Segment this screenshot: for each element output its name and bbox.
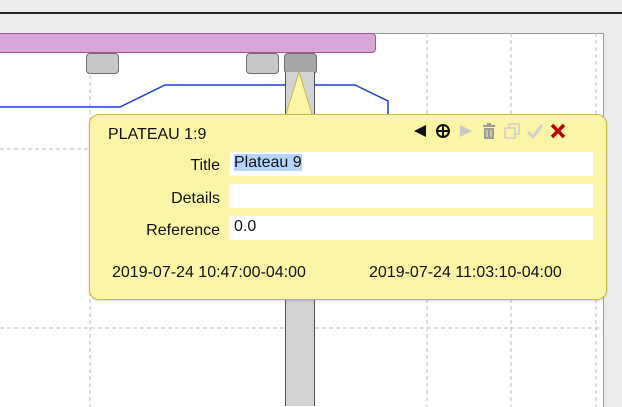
title-field[interactable]: Plateau 9 xyxy=(230,152,593,176)
plateau-start-time: 2019-07-24 10:47:00-04:00 xyxy=(112,264,306,281)
duplicate-icon[interactable] xyxy=(500,119,523,143)
selected-plateau-handle[interactable] xyxy=(284,53,317,74)
reference-field[interactable]: 0.0 xyxy=(230,216,593,240)
next-icon[interactable] xyxy=(454,119,477,143)
previous-icon[interactable] xyxy=(408,119,431,143)
pan-icon[interactable] xyxy=(431,119,454,143)
delete-icon[interactable] xyxy=(477,119,500,143)
title-label: Title xyxy=(190,157,220,174)
plateau-end-time: 2019-07-24 11:03:10-04:00 xyxy=(369,264,562,281)
time-range-bar[interactable] xyxy=(0,33,376,53)
range-handle[interactable] xyxy=(86,53,119,74)
range-handle[interactable] xyxy=(246,53,279,74)
confirm-icon[interactable] xyxy=(523,119,546,143)
close-icon[interactable] xyxy=(546,119,569,143)
details-label: Details xyxy=(171,190,220,207)
details-field[interactable] xyxy=(230,184,593,208)
plateau-edit-callout: PLATEAU 1:9 Title Plateau 9 Details Refe… xyxy=(89,114,607,300)
title-field-value: Plateau 9 xyxy=(234,154,302,171)
reference-label: Reference xyxy=(146,222,220,239)
callout-toolbar xyxy=(408,119,569,143)
callout-title: PLATEAU 1:9 xyxy=(108,126,207,143)
